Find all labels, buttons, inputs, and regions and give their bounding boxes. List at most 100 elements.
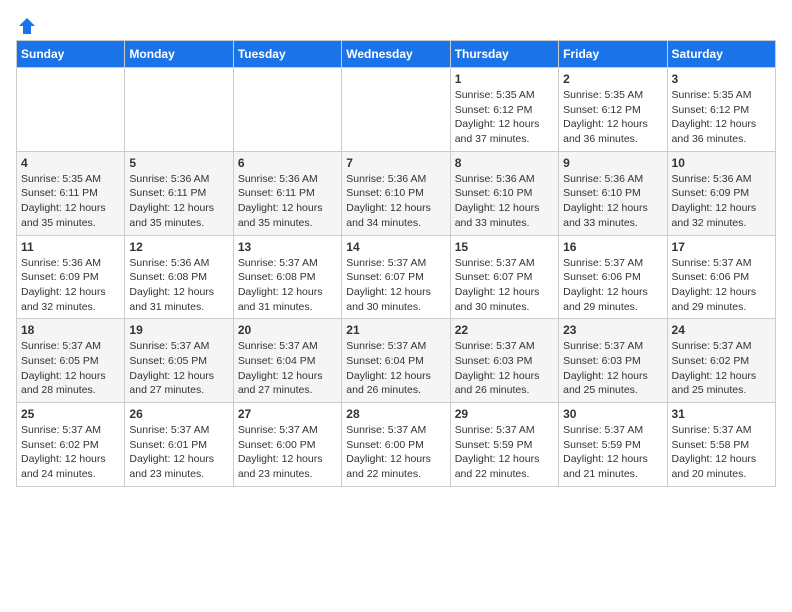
day-number: 18 [21,323,120,337]
day-info: Sunrise: 5:37 AM Sunset: 5:59 PM Dayligh… [563,423,662,482]
day-info: Sunrise: 5:37 AM Sunset: 6:04 PM Dayligh… [346,339,445,398]
day-number: 8 [455,156,554,170]
calendar-cell [342,68,450,152]
calendar-cell: 8Sunrise: 5:36 AM Sunset: 6:10 PM Daylig… [450,151,558,235]
day-number: 23 [563,323,662,337]
day-number: 24 [672,323,771,337]
calendar-cell: 24 Sunrise: 5:37 AM Sunset: 6:02 PM Dayli… [667,319,775,403]
calendar-cell: 17 Sunrise: 5:37 AM Sunset: 6:06 PM Dayli… [667,235,775,319]
day-number: 3 [672,72,771,86]
calendar-cell: 12Sunrise: 5:36 AM Sunset: 6:08 PM Dayli… [125,235,233,319]
day-number: 13 [238,240,337,254]
calendar-cell: 28 Sunrise: 5:37 AM Sunset: 6:00 PM Dayli… [342,403,450,487]
day-number: 28 [346,407,445,421]
day-info: Sunrise: 5:36 AM Sunset: 6:11 PM Dayligh… [129,172,228,231]
calendar-cell: 5Sunrise: 5:36 AM Sunset: 6:11 PM Daylig… [125,151,233,235]
day-info: Sunrise: 5:37 AM Sunset: 6:00 PM Dayligh… [346,423,445,482]
day-info: Sunrise: 5:36 AM Sunset: 6:09 PM Dayligh… [672,172,771,231]
calendar-week-row: 25Sunrise: 5:37 AM Sunset: 6:02 PM Dayli… [17,403,776,487]
calendar-cell: 21 Sunrise: 5:37 AM Sunset: 6:04 PM Dayli… [342,319,450,403]
day-info: Sunrise: 5:36 AM Sunset: 6:10 PM Dayligh… [563,172,662,231]
calendar-cell: 25Sunrise: 5:37 AM Sunset: 6:02 PM Dayli… [17,403,125,487]
calendar-cell: 15 Sunrise: 5:37 AM Sunset: 6:07 PM Dayli… [450,235,558,319]
day-number: 6 [238,156,337,170]
day-info: Sunrise: 5:37 AM Sunset: 6:07 PM Dayligh… [455,256,554,315]
day-info: Sunrise: 5:37 AM Sunset: 6:00 PM Dayligh… [238,423,337,482]
day-number: 14 [346,240,445,254]
calendar-cell: 19Sunrise: 5:37 AM Sunset: 6:05 PM Dayli… [125,319,233,403]
calendar-cell: 10 Sunrise: 5:36 AM Sunset: 6:09 PM Dayli… [667,151,775,235]
day-number: 19 [129,323,228,337]
calendar-cell: 2Sunrise: 5:35 AM Sunset: 6:12 PM Daylig… [559,68,667,152]
day-info: Sunrise: 5:37 AM Sunset: 5:58 PM Dayligh… [672,423,771,482]
day-number: 22 [455,323,554,337]
day-number: 20 [238,323,337,337]
day-info: Sunrise: 5:37 AM Sunset: 6:06 PM Dayligh… [563,256,662,315]
day-number: 11 [21,240,120,254]
calendar-cell: 14 Sunrise: 5:37 AM Sunset: 6:07 PM Dayli… [342,235,450,319]
day-number: 30 [563,407,662,421]
calendar-cell: 30 Sunrise: 5:37 AM Sunset: 5:59 PM Dayli… [559,403,667,487]
day-info: Sunrise: 5:37 AM Sunset: 5:59 PM Dayligh… [455,423,554,482]
day-info: Sunrise: 5:35 AM Sunset: 6:11 PM Dayligh… [21,172,120,231]
calendar-cell [125,68,233,152]
day-info: Sunrise: 5:37 AM Sunset: 6:04 PM Dayligh… [238,339,337,398]
calendar-cell: 27 Sunrise: 5:37 AM Sunset: 6:00 PM Dayli… [233,403,341,487]
day-info: Sunrise: 5:35 AM Sunset: 6:12 PM Dayligh… [455,88,554,147]
day-info: Sunrise: 5:37 AM Sunset: 6:01 PM Dayligh… [129,423,228,482]
weekday-header-thursday: Thursday [450,41,558,68]
calendar-cell: 11 Sunrise: 5:36 AM Sunset: 6:09 PM Dayli… [17,235,125,319]
weekday-header-monday: Monday [125,41,233,68]
day-number: 29 [455,407,554,421]
day-info: Sunrise: 5:36 AM Sunset: 6:11 PM Dayligh… [238,172,337,231]
weekday-header-friday: Friday [559,41,667,68]
calendar-week-row: 1Sunrise: 5:35 AM Sunset: 6:12 PM Daylig… [17,68,776,152]
calendar-cell: 6 Sunrise: 5:36 AM Sunset: 6:11 PM Daylig… [233,151,341,235]
calendar-cell: 16Sunrise: 5:37 AM Sunset: 6:06 PM Dayli… [559,235,667,319]
day-info: Sunrise: 5:35 AM Sunset: 6:12 PM Dayligh… [672,88,771,147]
day-number: 15 [455,240,554,254]
day-number: 9 [563,156,662,170]
day-info: Sunrise: 5:37 AM Sunset: 6:07 PM Dayligh… [346,256,445,315]
calendar-cell: 31 Sunrise: 5:37 AM Sunset: 5:58 PM Dayli… [667,403,775,487]
day-number: 7 [346,156,445,170]
calendar-table: SundayMondayTuesdayWednesdayThursdayFrid… [16,40,776,487]
calendar-cell: 4 Sunrise: 5:35 AM Sunset: 6:11 PM Daylig… [17,151,125,235]
logo [16,16,38,32]
weekday-header-saturday: Saturday [667,41,775,68]
calendar-cell: 9 Sunrise: 5:36 AM Sunset: 6:10 PM Daylig… [559,151,667,235]
weekday-header-sunday: Sunday [17,41,125,68]
day-number: 10 [672,156,771,170]
calendar-cell: 3 Sunrise: 5:35 AM Sunset: 6:12 PM Daylig… [667,68,775,152]
calendar-header-row: SundayMondayTuesdayWednesdayThursdayFrid… [17,41,776,68]
day-info: Sunrise: 5:36 AM Sunset: 6:09 PM Dayligh… [21,256,120,315]
day-info: Sunrise: 5:37 AM Sunset: 6:02 PM Dayligh… [672,339,771,398]
calendar-cell [17,68,125,152]
day-info: Sunrise: 5:37 AM Sunset: 6:08 PM Dayligh… [238,256,337,315]
day-number: 12 [129,240,228,254]
day-info: Sunrise: 5:37 AM Sunset: 6:03 PM Dayligh… [455,339,554,398]
calendar-week-row: 18 Sunrise: 5:37 AM Sunset: 6:05 PM Dayli… [17,319,776,403]
logo-icon [17,16,37,36]
day-info: Sunrise: 5:37 AM Sunset: 6:03 PM Dayligh… [563,339,662,398]
day-number: 27 [238,407,337,421]
day-info: Sunrise: 5:37 AM Sunset: 6:05 PM Dayligh… [21,339,120,398]
day-number: 31 [672,407,771,421]
calendar-cell: 7 Sunrise: 5:36 AM Sunset: 6:10 PM Daylig… [342,151,450,235]
header [16,16,776,32]
calendar-cell: 18 Sunrise: 5:37 AM Sunset: 6:05 PM Dayli… [17,319,125,403]
day-info: Sunrise: 5:36 AM Sunset: 6:10 PM Dayligh… [346,172,445,231]
calendar-cell: 20 Sunrise: 5:37 AM Sunset: 6:04 PM Dayli… [233,319,341,403]
calendar-cell: 26Sunrise: 5:37 AM Sunset: 6:01 PM Dayli… [125,403,233,487]
calendar-cell: 23 Sunrise: 5:37 AM Sunset: 6:03 PM Dayli… [559,319,667,403]
day-info: Sunrise: 5:37 AM Sunset: 6:02 PM Dayligh… [21,423,120,482]
calendar-cell: 1Sunrise: 5:35 AM Sunset: 6:12 PM Daylig… [450,68,558,152]
day-number: 2 [563,72,662,86]
day-number: 17 [672,240,771,254]
weekday-header-tuesday: Tuesday [233,41,341,68]
calendar-cell: 22 Sunrise: 5:37 AM Sunset: 6:03 PM Dayli… [450,319,558,403]
calendar-week-row: 4 Sunrise: 5:35 AM Sunset: 6:11 PM Daylig… [17,151,776,235]
day-number: 21 [346,323,445,337]
day-number: 4 [21,156,120,170]
day-info: Sunrise: 5:37 AM Sunset: 6:06 PM Dayligh… [672,256,771,315]
